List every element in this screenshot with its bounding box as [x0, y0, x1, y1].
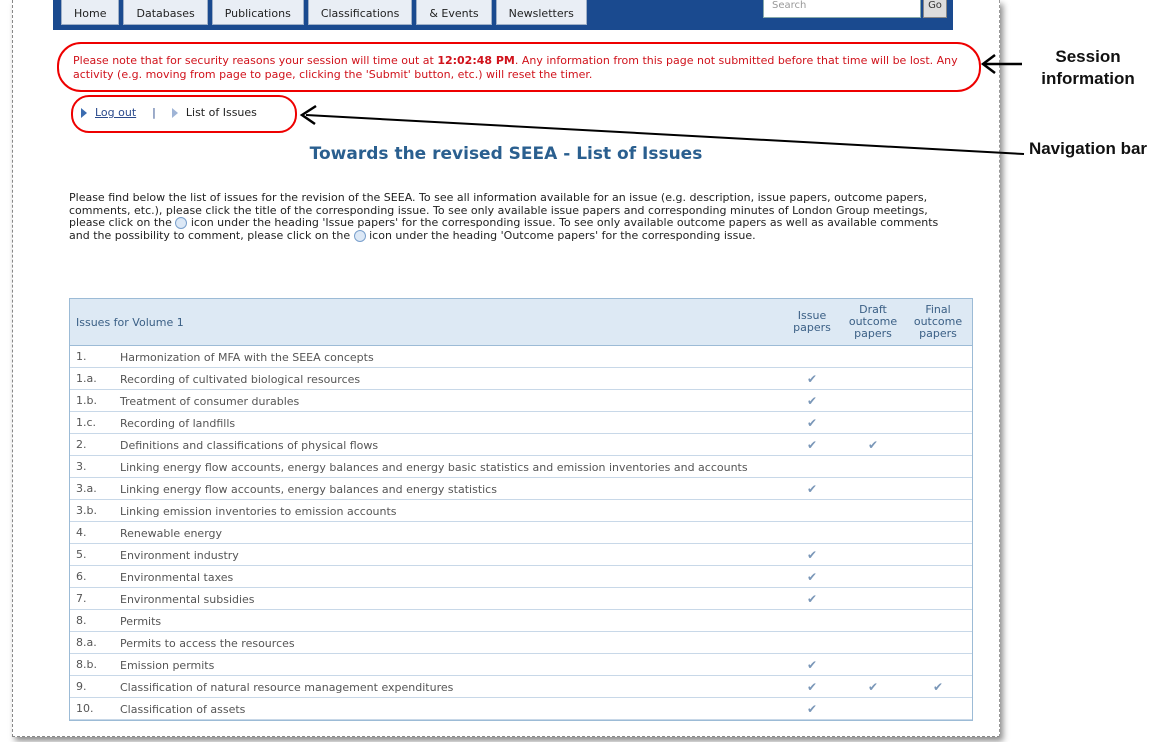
table-row: 7. Environmental subsidies ✔ — [70, 588, 972, 610]
table-row: 3.b. Linking emission inventories to emis… — [70, 500, 972, 522]
nav-tab[interactable]: Newsletters — [495, 0, 587, 25]
issue-title-link[interactable]: Treatment of consumer durables — [120, 392, 782, 410]
row-number: 9. — [76, 680, 87, 693]
table-row: 8. Permits — [70, 610, 972, 632]
issue-title-link[interactable]: Harmonization of MFA with the SEEA conce… — [120, 348, 782, 366]
table-row: 8.b. Emission permits ✔ — [70, 654, 972, 676]
table-header-title: Issues for Volume 1 — [76, 315, 184, 329]
row-number: 6. — [76, 570, 87, 583]
issue-papers-check: ✔ — [806, 569, 818, 584]
issues-table: Issues for Volume 1 Issue papers Draft o… — [69, 298, 973, 721]
issue-title-link[interactable]: Linking energy flow accounts, energy bal… — [120, 458, 782, 476]
issue-papers-check: ✔ — [806, 547, 818, 562]
session-timeout-notice: Please note that for security reasons yo… — [63, 46, 983, 90]
row-number: 3. — [76, 460, 87, 473]
search-input[interactable]: Search — [763, 0, 921, 18]
intro-paragraph: Please find below the list of issues for… — [69, 191, 959, 242]
issue-papers-check: ✔ — [806, 415, 818, 430]
row-number: 3.a. — [76, 482, 97, 495]
table-row: 8.a. Permits to access the resources — [70, 632, 972, 654]
page-screenshot: Home Databases Publications Classifications… — [12, 0, 1000, 737]
issue-title-link[interactable]: Linking emission inventories to emission… — [120, 502, 782, 520]
row-number: 8.b. — [76, 658, 97, 671]
session-information-label: Session information — [1041, 47, 1135, 88]
row-number: 4. — [76, 526, 87, 539]
table-row: 1.c. Recording of landfills ✔ — [70, 412, 972, 434]
table-row: 1. Harmonization of MFA with the SEEA con… — [70, 346, 972, 368]
table-row: 1.b. Treatment of consumer durables ✔ — [70, 390, 972, 412]
row-number: 8. — [76, 614, 87, 627]
page-title: Towards the revised SEEA - List of Issue… — [309, 144, 703, 164]
table-row: 5. Environment industry ✔ — [70, 544, 972, 566]
col-final-outcome-papers: Final outcome papers — [913, 303, 963, 340]
table-row: 1.a. Recording of cultivated biological r… — [70, 368, 972, 390]
issue-title-link[interactable]: Emission permits — [120, 656, 782, 674]
row-number: 7. — [76, 592, 87, 605]
breadcrumb: Log out | List of Issues — [81, 106, 257, 119]
col-draft-outcome-papers: Draft outcome papers — [848, 303, 898, 340]
issue-title-link[interactable]: Recording of cultivated biological resou… — [120, 370, 782, 388]
go-button[interactable]: Go — [923, 0, 947, 18]
issue-papers-check: ✔ — [806, 371, 818, 386]
issue-title-link[interactable]: Environmental subsidies — [120, 590, 782, 608]
table-row: 10. Classification of assets ✔ — [70, 698, 972, 720]
issue-papers-check: ✔ — [806, 393, 818, 408]
table-row: 2. Definitions and classifications of phy… — [70, 434, 972, 456]
logout-link[interactable]: Log out — [95, 106, 136, 119]
issue-title-link[interactable]: Environment industry — [120, 546, 782, 564]
issue-title-link[interactable]: Classification of assets — [120, 700, 782, 718]
table-header: Issues for Volume 1 Issue papers Draft o… — [70, 299, 972, 346]
issue-title-link[interactable]: Environmental taxes — [120, 568, 782, 586]
issue-title-link[interactable]: Permits to access the resources — [120, 634, 782, 652]
issue-papers-check: ✔ — [806, 437, 818, 452]
issue-papers-check: ✔ — [806, 591, 818, 606]
table-row: 3.a. Linking energy flow accounts, energy… — [70, 478, 972, 500]
nav-tabs: Home Databases Publications Classifications… — [61, 0, 587, 31]
nav-tab[interactable]: Publications — [211, 0, 304, 25]
nav-tab[interactable]: Home — [61, 0, 120, 25]
row-number: 3.b. — [76, 504, 97, 517]
draft-outcome-check: ✔ — [867, 679, 879, 694]
magnifier-icon — [353, 229, 366, 242]
nav-tab[interactable]: & Events — [416, 0, 492, 25]
issue-title-link[interactable]: Renewable energy — [120, 524, 782, 542]
row-number: 8.a. — [76, 636, 97, 649]
navigation-bar-label: Navigation bar — [1028, 139, 1148, 158]
arrow-right-icon — [81, 107, 87, 118]
col-issue-papers: Issue papers — [793, 309, 831, 334]
row-number: 1.b. — [76, 394, 97, 407]
table-row: 6. Environmental taxes ✔ — [70, 566, 972, 588]
session-time: 12:02:48 PM — [437, 54, 515, 67]
row-number: 5. — [76, 548, 87, 561]
top-nav-bar: Home Databases Publications Classifications… — [53, 0, 953, 30]
draft-outcome-check: ✔ — [867, 437, 879, 452]
intro-text-3: icon under the heading 'Outcome papers' … — [365, 228, 756, 242]
issue-papers-check: ✔ — [806, 657, 818, 672]
arrow-right-icon — [171, 107, 178, 118]
table-row: 3. Linking energy flow accounts, energy b… — [70, 456, 972, 478]
issue-title-link[interactable]: Linking energy flow accounts, energy bal… — [120, 480, 782, 498]
breadcrumb-separator: | — [152, 106, 156, 119]
issue-title-link[interactable]: Recording of landfills — [120, 414, 782, 432]
breadcrumb-current: List of Issues — [185, 106, 257, 119]
issue-papers-check: ✔ — [806, 481, 818, 496]
final-outcome-check: ✔ — [932, 679, 944, 694]
nav-tab[interactable]: Databases — [123, 0, 208, 25]
table-row: 9. Classification of natural resource man… — [70, 676, 972, 698]
row-number: 1.c. — [76, 416, 97, 429]
row-number: 1.a. — [76, 372, 97, 385]
table-body: 1. Harmonization of MFA with the SEEA con… — [70, 346, 972, 720]
issue-papers-check: ✔ — [806, 701, 818, 716]
nav-tab[interactable]: Classifications — [307, 0, 413, 25]
table-row: 4. Renewable energy — [70, 522, 972, 544]
row-number: 1. — [76, 350, 87, 363]
magnifier-icon — [175, 217, 188, 229]
row-number: 2. — [76, 438, 87, 451]
session-text-prefix: Please note that for security reasons yo… — [73, 54, 438, 67]
issue-papers-check: ✔ — [806, 679, 818, 694]
issue-title-link[interactable]: Permits — [120, 612, 782, 630]
row-number: 10. — [76, 702, 94, 715]
issue-title-link[interactable]: Definitions and classifications of physi… — [120, 436, 782, 454]
issue-title-link[interactable]: Classification of natural resource manag… — [120, 678, 782, 696]
